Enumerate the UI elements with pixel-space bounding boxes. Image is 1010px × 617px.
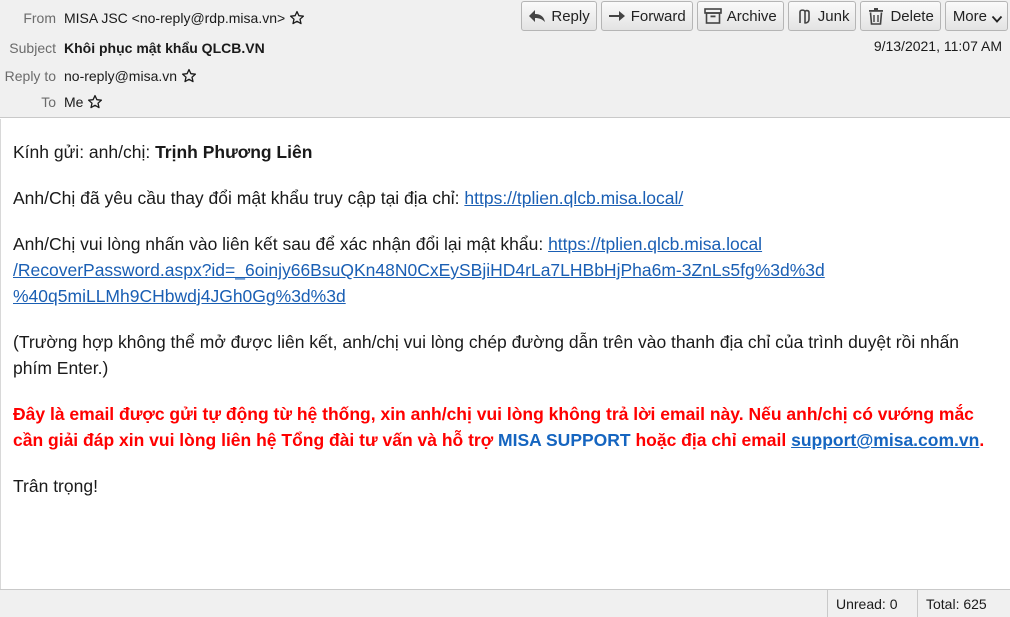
- chevron-down-icon: [991, 11, 1003, 23]
- warning-text-end: .: [979, 430, 985, 450]
- subject-row: Subject Khôi phục mật khẩu QLCB.VN: [0, 36, 265, 60]
- confirm-paragraph: Anh/Chị vui lòng nhấn vào liên kết sau đ…: [13, 231, 998, 309]
- archive-icon: [703, 7, 723, 25]
- replyto-value[interactable]: no-reply@misa.vn: [64, 68, 197, 84]
- forward-label: Forward: [630, 7, 686, 25]
- recover-link-part2[interactable]: /RecoverPassword.aspx?id=_6oinjy66BsuQKn…: [13, 260, 825, 280]
- more-label: More: [952, 7, 987, 25]
- greeting-prefix: Kính gửi: anh/chị:: [13, 142, 156, 162]
- forward-icon: [607, 7, 627, 25]
- total-count: Total: 625: [917, 590, 1010, 617]
- message-header-pane: From MISA JSC <no-reply@rdp.misa.vn> Sub…: [0, 0, 1010, 118]
- message-toolbar: Reply Forward Archive Junk Delete More: [521, 1, 1008, 31]
- delete-label: Delete: [890, 7, 934, 25]
- subject-label: Subject: [9, 40, 56, 56]
- support-email-link[interactable]: support@misa.com.vn: [791, 430, 979, 450]
- recover-link-part3[interactable]: %40q5miLLMh9CHbwdj4JGh0Gg%3d%3d: [13, 286, 346, 306]
- message-body: Kính gửi: anh/chị: Trịnh Phương Liên Anh…: [0, 119, 1010, 589]
- archive-button[interactable]: Archive: [696, 1, 784, 31]
- status-bar: Unread: 0 Total: 625: [0, 589, 1010, 617]
- junk-icon: [794, 7, 814, 25]
- star-icon[interactable]: [87, 94, 103, 110]
- replyto-label: Reply to: [4, 68, 56, 84]
- to-label: To: [41, 94, 56, 110]
- more-button[interactable]: More: [944, 1, 1008, 31]
- from-address[interactable]: MISA JSC <no-reply@rdp.misa.vn>: [64, 10, 285, 26]
- misa-support-label: MISA SUPPORT: [498, 430, 631, 450]
- request-text: Anh/Chị đã yêu cầu thay đổi mật khẩu tru…: [13, 188, 465, 208]
- replyto-row: Reply to no-reply@misa.vn: [0, 64, 197, 88]
- from-value[interactable]: MISA JSC <no-reply@rdp.misa.vn>: [64, 10, 305, 26]
- forward-button[interactable]: Forward: [600, 1, 693, 31]
- request-paragraph: Anh/Chị đã yêu cầu thay đổi mật khẩu tru…: [13, 185, 998, 211]
- warning-text-2: hoặc địa chỉ email: [630, 430, 792, 450]
- reply-icon: [527, 7, 547, 25]
- message-date: 9/13/2021, 11:07 AM: [873, 38, 1002, 54]
- reply-button[interactable]: Reply: [521, 1, 597, 31]
- star-icon[interactable]: [181, 68, 197, 84]
- greeting-paragraph: Kính gửi: anh/chị: Trịnh Phương Liên: [13, 139, 998, 165]
- delete-icon: [866, 7, 886, 25]
- auto-email-warning: Đây là email được gửi tự động từ hệ thốn…: [13, 401, 998, 453]
- replyto-address[interactable]: no-reply@misa.vn: [64, 68, 177, 84]
- junk-button[interactable]: Junk: [787, 1, 857, 31]
- recover-link-part1[interactable]: https://tplien.qlcb.misa.local: [548, 234, 762, 254]
- to-value[interactable]: Me: [64, 94, 103, 110]
- subject-value: Khôi phục mật khẩu QLCB.VN: [64, 40, 265, 56]
- from-row: From MISA JSC <no-reply@rdp.misa.vn>: [0, 6, 305, 30]
- junk-label: Junk: [817, 7, 850, 25]
- site-link[interactable]: https://tplien.qlcb.misa.local/: [464, 188, 683, 208]
- fallback-paragraph: (Trường hợp không thể mở được liên kết, …: [13, 332, 960, 378]
- to-row: To Me: [0, 90, 103, 114]
- reply-label: Reply: [551, 7, 590, 25]
- archive-label: Archive: [726, 7, 777, 25]
- to-address[interactable]: Me: [64, 94, 83, 110]
- closing-paragraph: Trân trọng!: [13, 476, 98, 496]
- confirm-text: Anh/Chị vui lòng nhấn vào liên kết sau đ…: [13, 234, 549, 254]
- from-label: From: [23, 10, 56, 26]
- star-icon[interactable]: [289, 10, 305, 26]
- unread-count: Unread: 0: [827, 590, 917, 617]
- delete-button[interactable]: Delete: [860, 1, 941, 31]
- greeting-name: Trịnh Phương Liên: [155, 142, 313, 162]
